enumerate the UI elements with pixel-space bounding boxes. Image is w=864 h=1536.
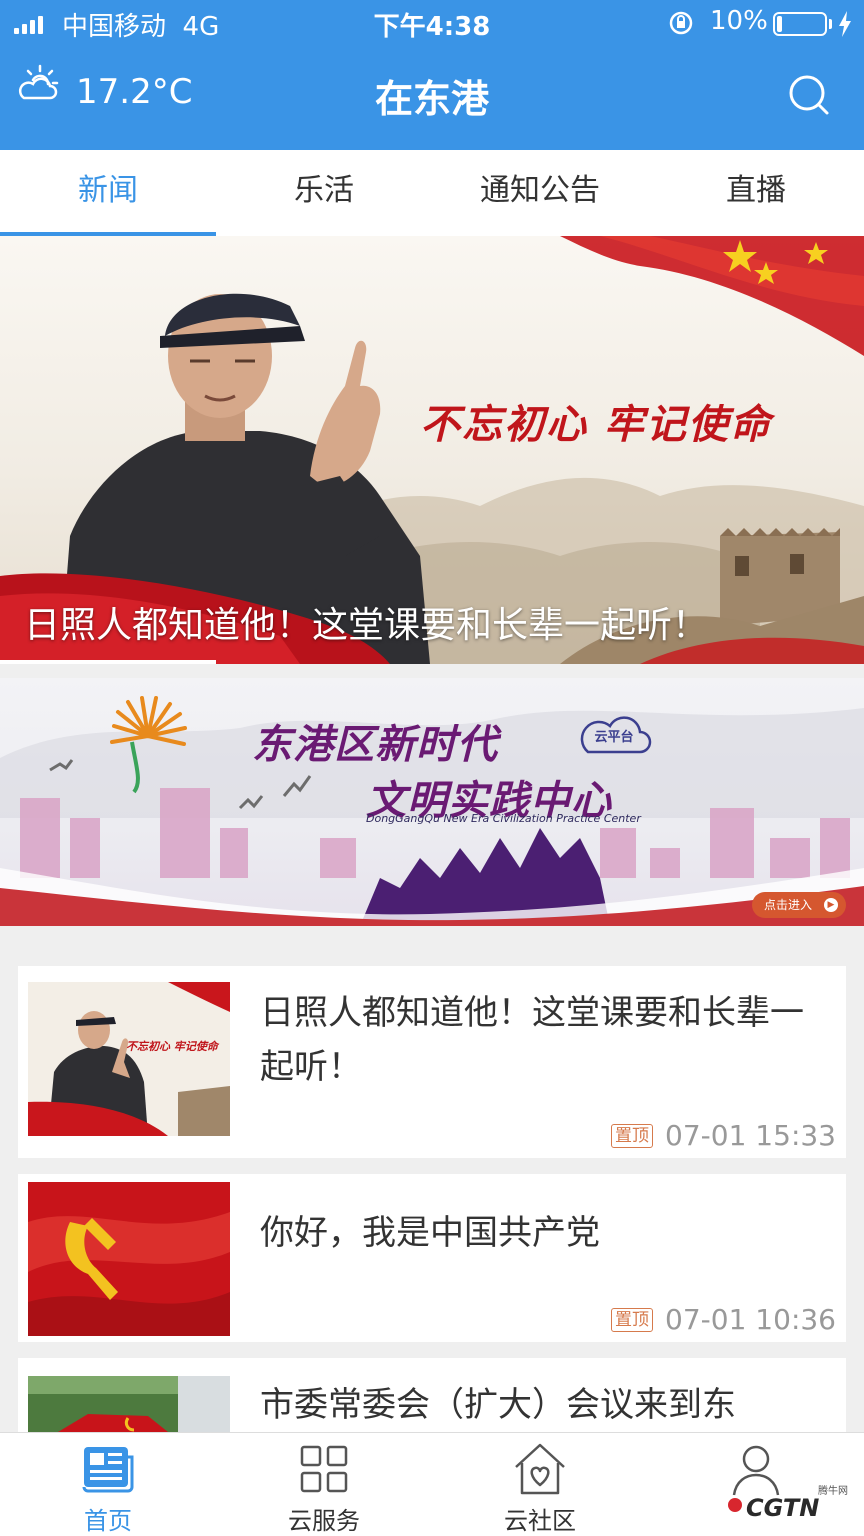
pinned-badge: 置顶 bbox=[611, 1123, 654, 1148]
news-icon bbox=[82, 1447, 134, 1493]
news-time: 07-01 10:36 bbox=[665, 1303, 836, 1336]
battery-percent: 10% bbox=[710, 6, 768, 36]
house-heart-icon bbox=[515, 1443, 565, 1495]
enter-button-label: 点击进入 bbox=[764, 898, 813, 912]
tab-notices[interactable]: 通知公告 bbox=[432, 150, 648, 236]
search-icon[interactable] bbox=[786, 72, 830, 116]
arrow-right-icon: ▶ bbox=[824, 898, 838, 912]
banner-title-line1: 东港区新时代 bbox=[252, 722, 498, 768]
category-tabs: 新闻 乐活 通知公告 直播 bbox=[0, 150, 864, 236]
nav-cloud-community-label: 云社区 bbox=[504, 1507, 576, 1535]
news-title: 日照人都知道他！这堂课要和长辈一起听！ bbox=[260, 993, 804, 1087]
nav-cloud-service[interactable]: 云服务 bbox=[216, 1433, 432, 1536]
charging-icon bbox=[839, 11, 851, 37]
battery-icon bbox=[773, 12, 827, 36]
tab-news[interactable]: 新闻 bbox=[0, 150, 216, 236]
civilization-center-banner[interactable]: 云平台 东港区新时代 文明实践中心 DongGangQu New Era Civ… bbox=[0, 678, 864, 926]
status-bar: 中国移动 4G 下午4:38 10% bbox=[0, 0, 864, 48]
rotation-lock-icon bbox=[669, 11, 693, 35]
nav-cloud-community[interactable]: 云社区 bbox=[432, 1433, 648, 1536]
news-title: 你好，我是中国共产党 bbox=[260, 1213, 600, 1253]
news-thumbnail bbox=[28, 1376, 230, 1432]
nav-cloud-service-label: 云服务 bbox=[288, 1507, 360, 1535]
hero-carousel[interactable]: 不忘初心 牢记使命 日照人都知道他！这堂课要和长辈一起听！ bbox=[0, 236, 864, 664]
news-item[interactable]: 市委常委会（扩大）会议来到东 bbox=[18, 1358, 846, 1432]
pinned-badge: 置顶 bbox=[611, 1307, 654, 1332]
tab-live[interactable]: 直播 bbox=[648, 150, 864, 236]
news-title: 市委常委会（扩大）会议来到东 bbox=[260, 1385, 736, 1425]
app-header: 中国移动 4G 下午4:38 10% 17.2°C 在东港 bbox=[0, 0, 864, 150]
news-item[interactable]: 你好，我是中国共产党 置顶 07-01 10:36 bbox=[18, 1174, 846, 1342]
news-thumbnail: 不忘初心 牢记使命 bbox=[28, 982, 230, 1136]
carousel-indicator bbox=[0, 660, 216, 664]
watermark: CGTN 腾牛网 bbox=[700, 1486, 860, 1530]
news-item[interactable]: 不忘初心 牢记使命 日照人都知道他！这堂课要和长辈一起听！ 置顶 07-01 1… bbox=[18, 966, 846, 1158]
tab-lehuo[interactable]: 乐活 bbox=[216, 150, 432, 236]
thumbnail-slogan: 不忘初心 牢记使命 bbox=[126, 1040, 218, 1053]
news-thumbnail bbox=[28, 1182, 230, 1336]
news-time: 07-01 15:33 bbox=[665, 1119, 836, 1152]
grid-icon bbox=[300, 1445, 348, 1493]
hero-slogan: 不忘初心 牢记使命 bbox=[420, 401, 772, 448]
person-icon bbox=[732, 1445, 780, 1496]
app-title: 在东港 bbox=[374, 77, 489, 121]
cloud-platform-label: 云平台 bbox=[594, 730, 634, 745]
hero-caption: 日照人都知道他！这堂课要和长辈一起听！ bbox=[24, 605, 709, 646]
news-meta: 置顶 07-01 10:36 bbox=[611, 1303, 836, 1336]
nav-home-label: 首页 bbox=[84, 1507, 132, 1535]
banner-subtitle: DongGangQu New Era Civilization Practice… bbox=[366, 812, 641, 825]
enter-button[interactable]: 点击进入 ▶ bbox=[752, 892, 846, 918]
news-meta: 置顶 07-01 15:33 bbox=[611, 1119, 836, 1152]
nav-home[interactable]: 首页 bbox=[0, 1433, 216, 1536]
